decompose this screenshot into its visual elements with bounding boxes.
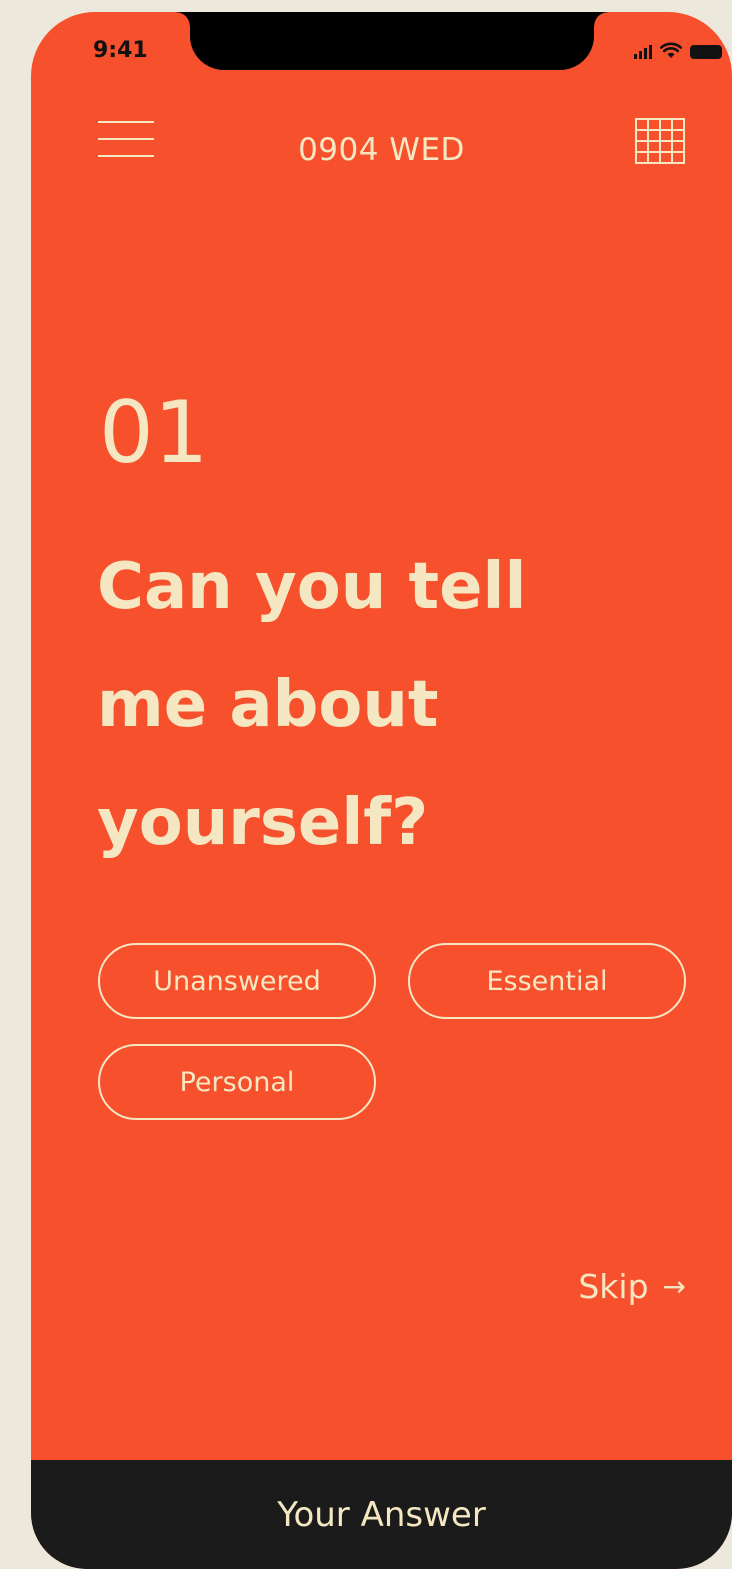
signal-icon [634, 43, 652, 59]
your-answer-label: Your Answer [277, 1494, 486, 1535]
skip-label: Skip [578, 1267, 649, 1306]
question-number: 01 [99, 383, 209, 483]
phone-screen: 9:41 0904 WED 01 Can you tell me about y… [31, 12, 732, 1569]
header-date: 0904 WED [298, 132, 465, 168]
question-line: yourself? [97, 786, 429, 860]
arrow-right-icon: → [662, 1270, 686, 1303]
your-answer-button[interactable]: Your Answer [31, 1460, 732, 1569]
tag-unanswered[interactable]: Unanswered [98, 943, 376, 1019]
tag-essential[interactable]: Essential [408, 943, 686, 1019]
question-text: Can you tell me about yourself? [97, 528, 697, 882]
question-line: Can you tell [97, 550, 527, 624]
skip-button[interactable]: Skip → [578, 1267, 686, 1306]
status-icons [634, 42, 722, 59]
status-time: 9:41 [93, 38, 148, 63]
tag-personal[interactable]: Personal [98, 1044, 376, 1120]
battery-icon [690, 45, 722, 59]
question-line: me about [97, 668, 439, 742]
device-notch [176, 12, 608, 70]
wifi-icon [660, 42, 682, 58]
calendar-grid-icon[interactable] [635, 118, 685, 164]
